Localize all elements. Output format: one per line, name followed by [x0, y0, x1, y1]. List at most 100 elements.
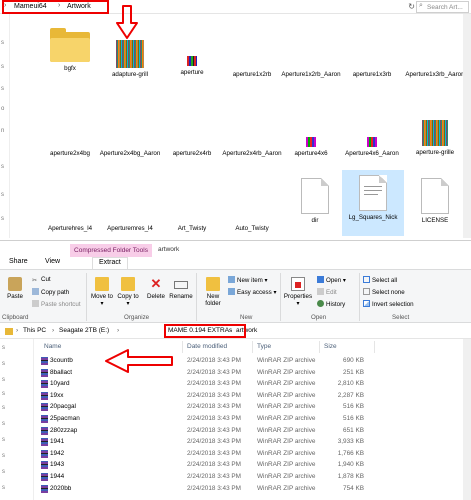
nav-edge-label[interactable]: s: [1, 192, 4, 198]
nav-item[interactable]: s: [2, 405, 5, 411]
address-highlight-box: [164, 324, 246, 338]
file-tile-aperture-grille[interactable]: aperture-grille: [400, 120, 470, 157]
bottom-address-bar[interactable]: › This PC › Seagate 2TB (E:) › MAME 0.19…: [0, 323, 471, 339]
nav-edge-label[interactable]: s: [1, 216, 4, 222]
rename-icon: [174, 281, 188, 289]
nav-item[interactable]: s: [2, 469, 5, 475]
ribbon-separator: [359, 273, 360, 321]
file-tile-auto-twisty[interactable]: Auto_Twisty: [217, 225, 287, 233]
vertical-scrollbar[interactable]: [463, 14, 471, 238]
nav-edge-label[interactable]: o: [1, 106, 4, 112]
search-placeholder: Search Art...: [427, 4, 463, 11]
file-tile-aperture1x2rb-aaron[interactable]: Aperture1x2rb_Aaron: [276, 71, 346, 79]
cut-button[interactable]: ✂ Cut: [32, 276, 51, 284]
column-header-type[interactable]: Type: [257, 343, 271, 350]
copy-to-button[interactable]: Copy to ▾: [116, 277, 140, 307]
nav-edge-label[interactable]: s: [1, 64, 4, 70]
breadcrumb-this-pc[interactable]: This PC: [23, 327, 46, 334]
zip-archive-icon: [41, 461, 48, 470]
folder-icon: [5, 328, 13, 335]
delete-button[interactable]: ✕ Delete: [144, 277, 168, 301]
file-tile-aperture4x6-aaron[interactable]: Aperture4x6_Aaron: [337, 137, 407, 158]
top-address-bar[interactable]: › Mameui64 › Artwork ↻ ⌕ Search Art...: [0, 0, 471, 14]
table-row[interactable]: 1942 2/24/2018 3:43 PM WinRAR ZIP archive 1…: [34, 448, 471, 460]
history-button[interactable]: History: [317, 300, 345, 308]
table-row[interactable]: 25pacman 2/24/2018 3:43 PM WinRAR ZIP arch…: [34, 413, 471, 425]
file-tile-dir[interactable]: dir: [280, 178, 350, 225]
invert-selection-button[interactable]: Invert selection: [363, 300, 414, 308]
image-thumbnail: [422, 120, 448, 146]
new-folder-button[interactable]: New folder: [200, 277, 226, 307]
file-type: WinRAR ZIP archive: [257, 391, 316, 399]
file-name: 8ballact: [50, 368, 73, 376]
easy-access-label: Easy access: [237, 289, 272, 296]
select-all-button[interactable]: Select all: [363, 276, 397, 284]
paste-button[interactable]: Paste: [4, 277, 26, 300]
file-tile-aperture1x3rb[interactable]: aperture1x3rb: [337, 71, 407, 79]
table-row[interactable]: 1941 2/24/2018 3:43 PM WinRAR ZIP archive 3…: [34, 436, 471, 448]
table-row[interactable]: 19xx 2/24/2018 3:43 PM WinRAR ZIP archive 2…: [34, 390, 471, 402]
context-tab-compressed[interactable]: Compressed Folder Tools: [70, 244, 152, 257]
nav-item[interactable]: s: [2, 377, 5, 383]
file-tile-aperture1x3rb-aaron[interactable]: Aperture1x3rb_Aaron: [400, 71, 470, 79]
rename-button[interactable]: Rename: [168, 277, 194, 300]
file-tile-aperture2x4bg-aaron[interactable]: Aperture2x4bg_Aaron: [95, 150, 165, 158]
nav-item[interactable]: s: [2, 437, 5, 443]
file-label: Aperturemres_l4: [107, 225, 153, 232]
copy-path-label: Copy path: [41, 289, 70, 296]
file-tile-aperturemres-l4[interactable]: Aperturemres_l4: [95, 225, 165, 233]
file-name: 280zzzap: [50, 426, 78, 434]
nav-item[interactable]: s: [2, 391, 5, 397]
table-row[interactable]: 1944 2/24/2018 3:43 PM WinRAR ZIP archive 1…: [34, 471, 471, 483]
nav-item[interactable]: s: [2, 421, 5, 427]
file-size: 516 KB: [343, 414, 364, 422]
properties-button[interactable]: Properties ▾: [283, 277, 313, 307]
chevron-right-icon: ›: [117, 327, 120, 334]
table-row[interactable]: 1943 2/24/2018 3:43 PM WinRAR ZIP archive 1…: [34, 459, 471, 471]
file-tile-aperture4x6[interactable]: aperture4x6: [276, 137, 346, 158]
nav-item[interactable]: s: [2, 345, 5, 351]
open-button[interactable]: Open ▾: [317, 276, 346, 284]
tab-extract[interactable]: Extract: [92, 257, 128, 269]
table-row[interactable]: 2020bb 2/24/2018 3:43 PM WinRAR ZIP archiv…: [34, 483, 471, 495]
tab-share[interactable]: Share: [9, 258, 28, 265]
table-row[interactable]: 10yard 2/24/2018 3:43 PM WinRAR ZIP archiv…: [34, 378, 471, 390]
tab-view[interactable]: View: [45, 258, 60, 265]
refresh-icon[interactable]: ↻: [408, 2, 415, 11]
easy-access-button[interactable]: Easy access ▾: [228, 288, 277, 296]
move-to-button[interactable]: Move to ▾: [90, 277, 114, 307]
column-header-size[interactable]: Size: [324, 343, 337, 350]
file-size: 690 KB: [343, 357, 364, 364]
zip-archive-icon: [41, 391, 48, 400]
nav-item[interactable]: s: [2, 361, 5, 367]
nav-edge-label[interactable]: n: [1, 128, 4, 134]
nav-edge-label[interactable]: s: [1, 164, 4, 170]
file-type: WinRAR ZIP archive: [257, 461, 316, 469]
file-tile-adapture-grill[interactable]: adapture-grill: [95, 40, 165, 79]
nav-item[interactable]: s: [2, 485, 5, 491]
table-row[interactable]: 8ballact 2/24/2018 3:43 PM WinRAR ZIP arch…: [34, 367, 471, 379]
file-label: aperture1x3rb: [352, 71, 392, 78]
file-tile-lg-squares-nick[interactable]: Lg_Squares_Nick: [342, 170, 404, 236]
new-item-button[interactable]: New item ▾: [228, 276, 268, 284]
edit-button[interactable]: Edit: [317, 288, 337, 296]
table-row[interactable]: 280zzzap 2/24/2018 3:43 PM WinRAR ZIP arch…: [34, 425, 471, 437]
column-header-name[interactable]: Name: [44, 343, 61, 350]
select-none-button[interactable]: Select none: [363, 288, 405, 296]
nav-item[interactable]: s: [2, 453, 5, 459]
file-list: 3countb 2/24/2018 3:43 PM WinRAR ZIP archi…: [34, 355, 471, 494]
nav-edge-label[interactable]: s: [1, 86, 4, 92]
file-tile-license[interactable]: LICENSE: [400, 178, 470, 225]
breadcrumb-seagate[interactable]: Seagate 2TB (E:): [59, 327, 109, 334]
nav-edge-label[interactable]: s: [1, 40, 4, 46]
file-size: 251 KB: [343, 368, 364, 376]
chevron-right-icon: ›: [52, 327, 55, 334]
column-header-date[interactable]: Date modified: [187, 343, 227, 350]
table-row[interactable]: 20pacgal 2/24/2018 3:43 PM WinRAR ZIP arch…: [34, 401, 471, 413]
paste-shortcut-button[interactable]: Paste shortcut: [32, 300, 81, 308]
copy-path-button[interactable]: Copy path: [32, 288, 69, 296]
search-input[interactable]: ⌕ Search Art...: [416, 1, 469, 13]
vertical-scrollbar[interactable]: [463, 339, 471, 500]
table-row[interactable]: 3countb 2/24/2018 3:43 PM WinRAR ZIP archi…: [34, 355, 471, 367]
file-date: 2/24/2018 3:43 PM: [187, 357, 242, 364]
